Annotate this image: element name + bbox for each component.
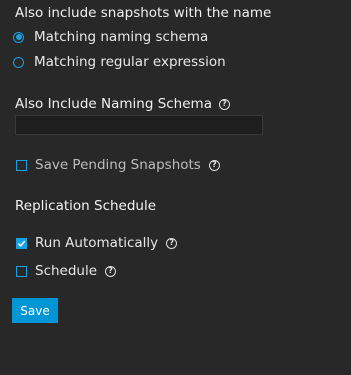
help-icon[interactable]: ?	[166, 237, 178, 249]
run-automatically-row[interactable]: Run Automatically ?	[16, 235, 178, 251]
run-automatically-checkbox[interactable]	[16, 237, 27, 249]
run-automatically-label: Run Automatically	[35, 235, 159, 251]
help-icon[interactable]: ?	[105, 265, 117, 277]
replication-options-panel: Also include snapshots with the name Mat…	[0, 0, 351, 375]
save-button[interactable]: Save	[12, 298, 58, 323]
help-icon[interactable]: ?	[208, 159, 220, 171]
radio-option-naming-schema[interactable]: Matching naming schema	[13, 29, 208, 45]
save-pending-snapshots-row[interactable]: Save Pending Snapshots ?	[16, 157, 220, 173]
save-pending-label: Save Pending Snapshots	[35, 157, 201, 173]
help-icon[interactable]: ?	[218, 98, 230, 110]
snapshot-name-heading: Also include snapshots with the name	[15, 5, 272, 21]
naming-schema-label: Also Include Naming Schema	[15, 96, 212, 112]
schedule-row[interactable]: Schedule ?	[16, 263, 117, 279]
schedule-label: Schedule	[35, 263, 98, 279]
replication-schedule-heading: Replication Schedule	[15, 198, 157, 214]
radio-option-regular-expression[interactable]: Matching regular expression	[13, 54, 226, 70]
naming-schema-input[interactable]	[15, 115, 263, 135]
radio-selected-icon[interactable]	[13, 31, 24, 43]
save-pending-checkbox[interactable]	[16, 159, 27, 171]
radio-unselected-icon[interactable]	[13, 56, 24, 68]
schedule-checkbox[interactable]	[16, 265, 27, 277]
checkmark-icon	[17, 240, 26, 247]
radio-label-naming-schema: Matching naming schema	[34, 29, 209, 45]
naming-schema-label-row: Also Include Naming Schema ?	[15, 96, 230, 112]
radio-label-regular-expression: Matching regular expression	[34, 54, 226, 70]
